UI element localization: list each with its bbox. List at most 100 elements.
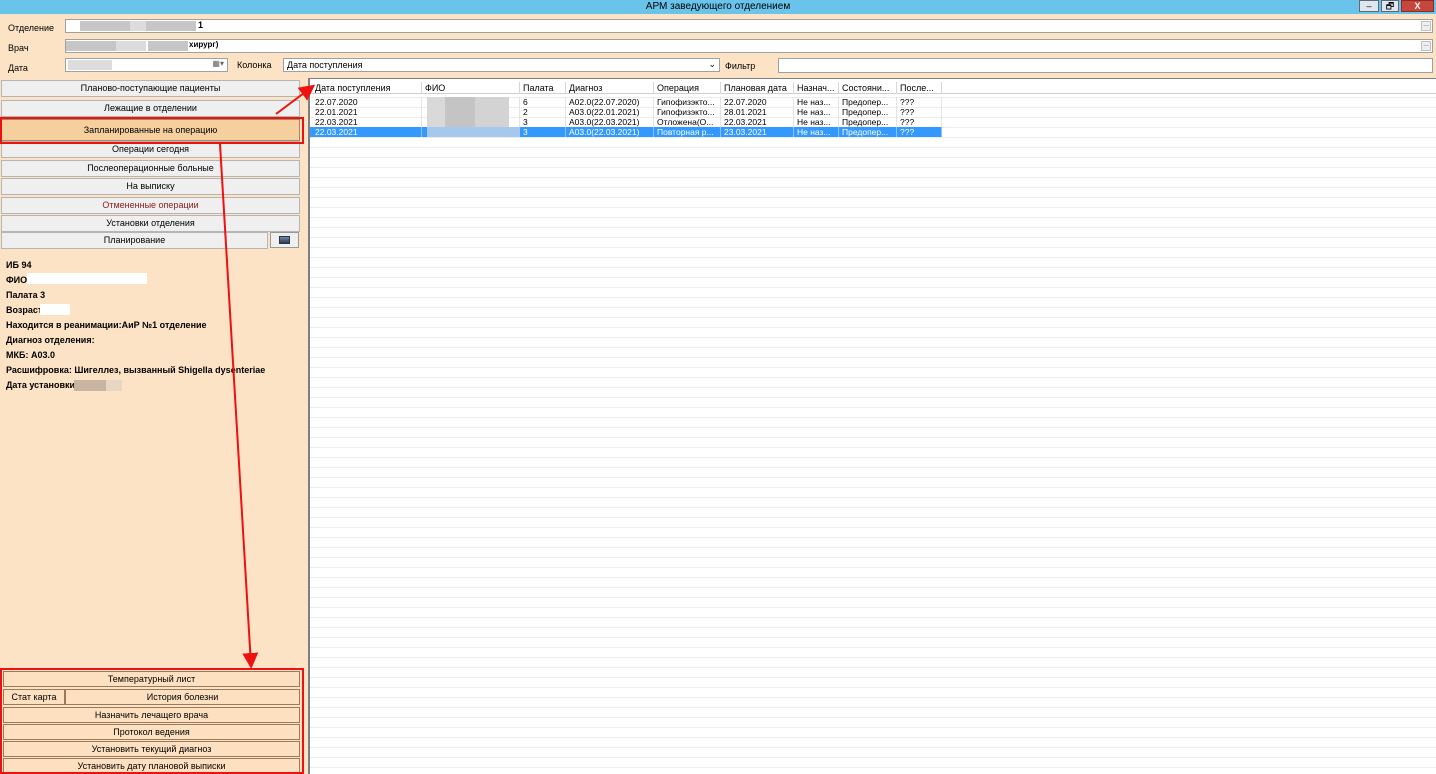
cell-post: ??? [897,97,942,107]
calendar-icon[interactable]: ▦▾ [212,59,224,68]
cell-ward: 3 [520,127,566,137]
cell-state: Предопер... [839,117,897,127]
cell-assigned: Не наз... [794,97,839,107]
cell-assigned: Не наз... [794,107,839,117]
doctor-field[interactable]: хирург) ... [65,39,1433,53]
filter-input[interactable] [778,58,1433,73]
grid-header: Дата поступления ФИО Палата Диагноз Опер… [310,82,1436,94]
column-header[interactable]: После... [897,82,942,94]
doctor-picker-button[interactable]: ... [1421,41,1431,51]
redacted-block [148,41,188,51]
redacted-block [74,380,106,391]
redacted-block [146,21,196,31]
doctor-value-suffix: хирург) [189,40,219,49]
cell-assigned: Не наз... [794,117,839,127]
department-field[interactable]: 1 ... [65,19,1433,33]
patient-ib: ИБ 94 [6,260,32,270]
cell-plan-date: 22.03.2021 [721,117,794,127]
cell-operation: Гипофизэкто... [654,97,721,107]
column-header[interactable]: Назнач... [794,82,839,94]
nav-surgeries-today[interactable]: Операции сегодня [1,141,300,158]
redacted-block [106,380,122,391]
cell-admission-date: 22.03.2021 [312,127,422,137]
column-header[interactable]: Операция [654,82,721,94]
cell-state: Предопер... [839,107,897,117]
cell-state: Предопер... [839,127,897,137]
redacted-block [116,41,146,51]
close-button[interactable]: X [1401,0,1434,12]
table-row[interactable]: 22.07.2020 6 A02.0(22.07.2020) Гипофизэк… [310,97,942,107]
table-row-selected[interactable]: 22.03.2021 3 A03.0(22.03.2021) Повторная… [310,127,942,137]
redacted-block [40,304,70,315]
cell-ward: 2 [520,107,566,117]
table-row[interactable]: 22.03.2021 3 A03.0(22.03.2021) Отложена(… [310,117,942,127]
department-picker-button[interactable]: ... [1421,21,1431,31]
nav-postop[interactable]: Послеоперационные больные [1,160,300,177]
column-header[interactable]: Палата [520,82,566,94]
cell-ward: 3 [520,117,566,127]
medical-history-button[interactable]: История болезни [65,689,300,705]
redacted-block [68,60,112,70]
column-header[interactable]: Диагноз [566,82,654,94]
restore-button[interactable]: 🗗 [1381,0,1399,12]
redacted-block [80,21,130,31]
patient-dept-diagnosis: Диагноз отделения: [6,335,95,345]
department-label: Отделение [8,23,55,33]
cell-operation: Повторная р... [654,127,721,137]
set-diagnosis-button[interactable]: Установить текущий диагноз [3,741,300,757]
column-header[interactable]: Плановая дата [721,82,794,94]
column-header[interactable]: ФИО [422,82,520,94]
chevron-down-icon[interactable]: ⌄ [708,59,716,70]
monitor-icon[interactable] [270,232,299,248]
cell-plan-date: 28.01.2021 [721,107,794,117]
nav-cancelled-operations[interactable]: Отмененные операции [1,197,300,214]
cell-admission-date: 22.07.2020 [312,97,422,107]
cell-assigned: Не наз... [794,127,839,137]
redacted-block [427,127,520,137]
cell-post: ??? [897,107,942,117]
patient-age-label: Возраст [6,305,43,315]
date-field[interactable]: ▦▾ [65,58,228,72]
title-bar: АРМ заведующего отделением – 🗗 X [0,0,1436,14]
minimize-button[interactable]: – [1359,0,1379,12]
doctor-label: Врач [8,43,29,53]
column-select[interactable]: Дата поступления ⌄ [283,58,720,72]
cell-admission-date: 22.03.2021 [312,117,422,127]
cell-diagnosis: A03.0(22.03.2021) [566,117,654,127]
column-header[interactable]: Дата поступления [312,82,422,94]
patient-set-date-label: Дата установки: [6,380,79,390]
nav-dept-settings[interactable]: Установки отделения [1,215,300,232]
protocol-button[interactable]: Протокол ведения [3,724,300,740]
department-value-suffix: 1 [198,20,204,30]
nav-inpatients[interactable]: Лежащие в отделении [1,100,300,117]
patient-ward: Палата 3 [6,290,46,300]
cell-admission-date: 22.01.2021 [312,107,422,117]
cell-plan-date: 23.03.2021 [721,127,794,137]
cell-plan-date: 22.07.2020 [721,97,794,107]
redacted-block [130,21,146,31]
nav-scheduled-for-surgery[interactable]: Запланированные на операцию [1,119,300,141]
cell-operation: Отложена(О... [654,117,721,127]
assign-doctor-button[interactable]: Назначить лечащего врача [3,707,300,723]
cell-operation: Гипофизэкто... [654,107,721,117]
redacted-block [66,41,116,51]
set-discharge-date-button[interactable]: Установить дату плановой выписки [3,758,300,774]
cell-diagnosis: A03.0(22.03.2021) [566,127,654,137]
nav-discharge[interactable]: На выписку [1,178,300,195]
column-select-value: Дата поступления [287,60,363,70]
nav-planned-incoming[interactable]: Планово-поступающие пациенты [1,80,300,97]
filter-label: Фильтр [725,61,756,71]
cell-diagnosis: A03.0(22.01.2021) [566,107,654,117]
patient-icu: Находится в реанимации:АиР №1 отделение [6,320,207,330]
patient-fio-label: ФИО [6,275,28,285]
temperature-sheet-button[interactable]: Температурный лист [3,671,300,687]
cell-post: ??? [897,127,942,137]
column-header[interactable]: Состояни... [839,82,897,94]
patients-grid[interactable]: Дата поступления ФИО Палата Диагноз Опер… [308,78,1436,774]
cell-state: Предопер... [839,97,897,107]
cell-ward: 6 [520,97,566,107]
column-label: Колонка [237,60,272,70]
table-row[interactable]: 22.01.2021 2 A03.0(22.01.2021) Гипофизэк… [310,107,942,117]
stat-card-button[interactable]: Стат карта [3,689,65,705]
nav-planning[interactable]: Планирование [1,232,268,249]
